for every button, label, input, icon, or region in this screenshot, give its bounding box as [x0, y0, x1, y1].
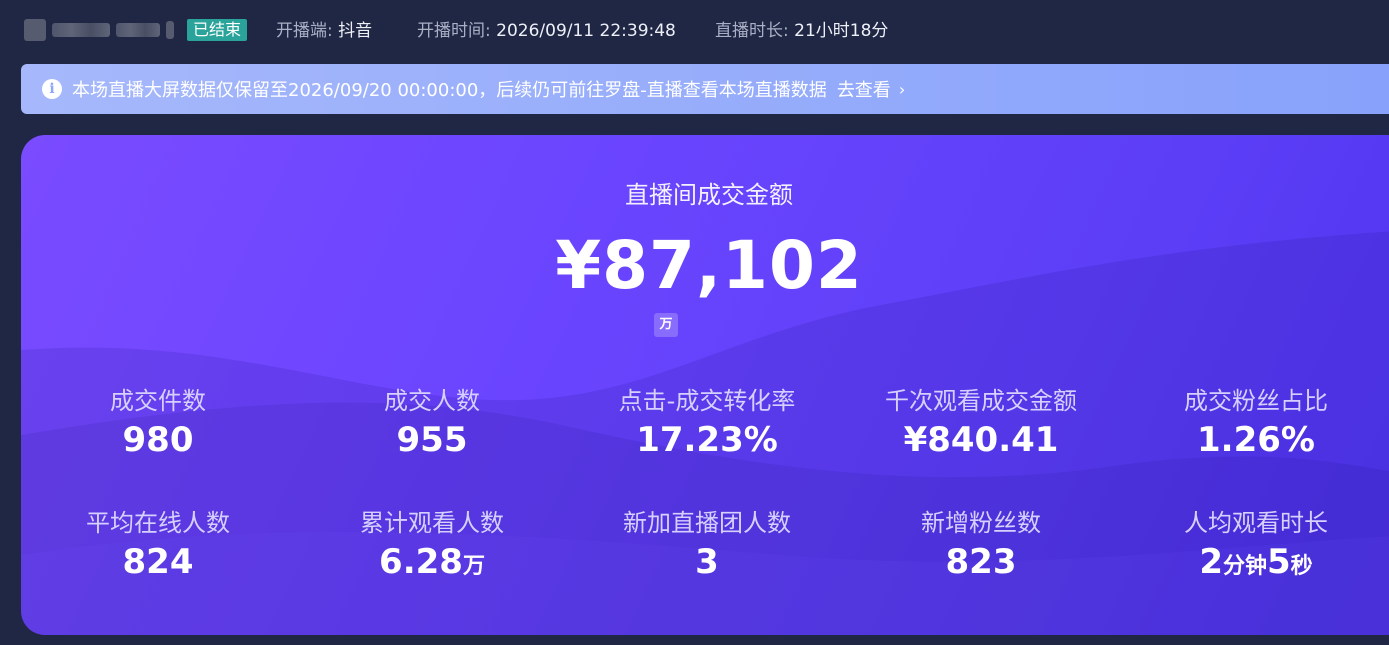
metric-total-viewers: 累计观看人数 6.28万: [297, 507, 567, 585]
live-sales-card: 直播间成交金额 ¥87,102 万 成交件数 980 成交人数 955 点击-成…: [21, 135, 1389, 635]
start-time-value: 2026/09/11 22:39:48: [496, 21, 676, 41]
platform-value: 抖音: [338, 21, 373, 41]
metric-value: 3: [695, 542, 719, 582]
avatar: [24, 19, 46, 41]
metric-avg-online: 平均在线人数 824: [23, 507, 293, 585]
notice-bar: i 本场直播大屏数据仅保留至2026/09/20 00:00:00，后续仍可前往…: [21, 64, 1389, 114]
metric-label: 累计观看人数: [360, 509, 504, 537]
metric-seconds: 5: [1267, 542, 1291, 582]
metric-fan-ratio: 成交粉丝占比 1.26%: [1121, 385, 1389, 463]
hero-title: 直播间成交金额: [625, 181, 793, 209]
metric-seconds-unit: 秒: [1290, 554, 1313, 579]
status-badge: 已结束: [187, 19, 248, 41]
metric-value: 6.28万: [297, 539, 567, 585]
start-time-label: 开播时间:: [417, 21, 491, 41]
metric-value: 823: [945, 542, 1017, 582]
start-time-info: 开播时间: 2026/09/11 22:39:48: [417, 19, 676, 43]
chevron-right-icon[interactable]: ›: [899, 80, 905, 99]
duration-value: 21小时18分: [794, 21, 889, 41]
notice-text: 本场直播大屏数据仅保留至2026/09/20 00:00:00，后续仍可前往罗盘…: [72, 80, 827, 101]
metric-label: 成交粉丝占比: [1184, 387, 1328, 415]
metric-value: 2分钟5秒: [1121, 539, 1389, 585]
blurred-account-name: [24, 17, 176, 43]
platform-info: 开播端: 抖音: [276, 19, 372, 43]
metric-value: 824: [122, 542, 194, 582]
platform-label: 开播端:: [276, 21, 333, 41]
metric-avg-watch-time: 人均观看时长 2分钟5秒: [1121, 507, 1389, 585]
metric-label: 平均在线人数: [86, 509, 230, 537]
metric-new-fan-club: 新加直播团人数 3: [572, 507, 842, 585]
duration-label: 直播时长:: [715, 21, 789, 41]
metric-label: 人均观看时长: [1184, 509, 1328, 537]
view-link[interactable]: 去查看: [837, 76, 891, 102]
metric-unit: 万: [462, 554, 485, 579]
metric-label: 成交件数: [110, 387, 206, 415]
top-bar: 已结束 开播端: 抖音 开播时间: 2026/09/11 22:39:48 直播…: [0, 0, 1389, 62]
metric-minutes-unit: 分钟: [1222, 554, 1267, 579]
metric-conversion-rate: 点击-成交转化率 17.23%: [572, 385, 842, 463]
metric-label: 新增粉丝数: [921, 509, 1041, 537]
info-icon: i: [42, 79, 62, 99]
metric-value: 17.23%: [636, 420, 778, 460]
metric-value: 1.26%: [1197, 420, 1315, 460]
metric-number: 6.28: [379, 542, 463, 582]
metric-value: 955: [396, 420, 468, 460]
metric-label: 点击-成交转化率: [618, 387, 796, 415]
metric-label: 千次观看成交金额: [885, 387, 1077, 415]
metric-new-fans: 新增粉丝数 823: [846, 507, 1116, 585]
metric-items-sold: 成交件数 980: [23, 385, 293, 463]
hero-value: ¥87,102: [555, 227, 863, 304]
metric-gpm: 千次观看成交金额 ¥840.41: [846, 385, 1116, 463]
metric-value: ¥840.41: [903, 420, 1059, 460]
metric-label: 新加直播团人数: [623, 509, 791, 537]
duration-info: 直播时长: 21小时18分: [715, 19, 888, 43]
unit-toggle-button[interactable]: 万: [654, 313, 678, 337]
metric-value: 980: [122, 420, 194, 460]
metric-minutes: 2: [1199, 542, 1223, 582]
metric-label: 成交人数: [384, 387, 480, 415]
metric-buyers: 成交人数 955: [297, 385, 567, 463]
